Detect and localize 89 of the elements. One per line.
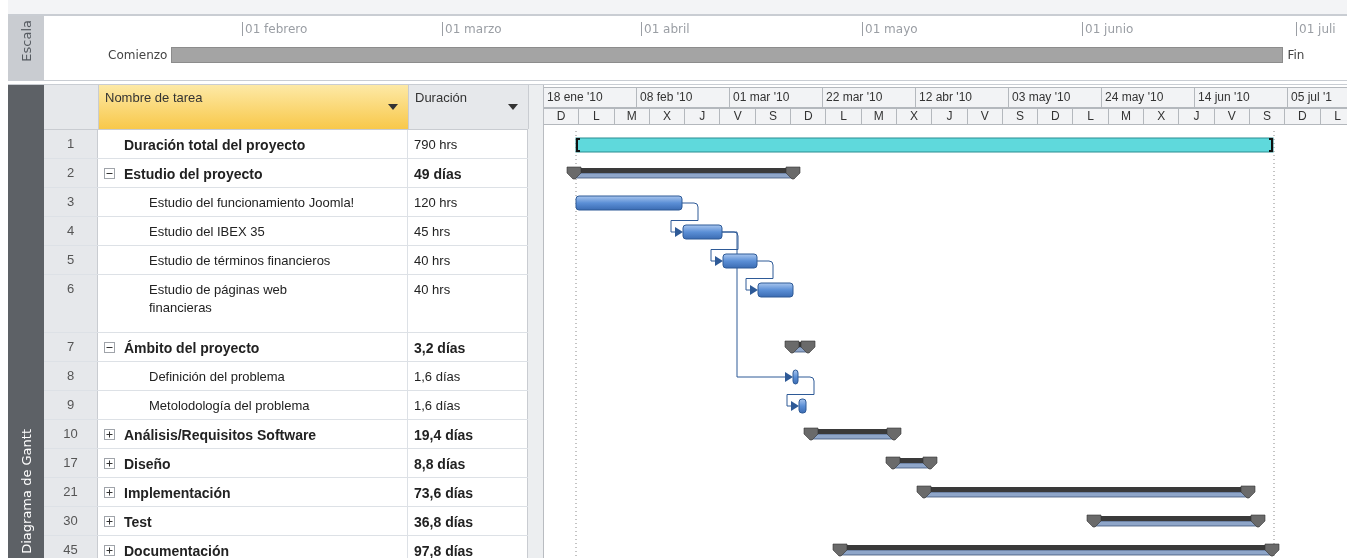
month-label: 01 juli — [1296, 22, 1336, 36]
task-name: Definición del problema — [149, 368, 285, 386]
timescale-label: 12 abr '10 — [916, 87, 1009, 108]
dependency-arrow — [670, 202, 699, 237]
timescale-label: J — [932, 108, 968, 125]
column-header[interactable]: Duración — [409, 85, 529, 129]
timescale-label: D — [1038, 108, 1074, 125]
task-bar — [757, 282, 794, 298]
end-label: Fin — [1287, 48, 1305, 62]
row-number: 4 — [44, 217, 98, 245]
scale-label: Escala — [18, 20, 34, 62]
row-number: 10 — [44, 420, 98, 448]
task-name: Duración total del proyecto — [124, 136, 306, 154]
task-name: Test — [124, 513, 152, 531]
timescale-label: 01 mar '10 — [730, 87, 823, 108]
task-name: Ámbito del proyecto — [124, 339, 260, 357]
timescale-label: 14 jun '10 — [1195, 87, 1288, 108]
timescale-label: 24 may '10 — [1102, 87, 1195, 108]
timescale-label: 03 may '10 — [1009, 87, 1102, 108]
expand-icon[interactable] — [104, 429, 115, 440]
timescale-label: M — [1108, 108, 1145, 125]
view-label: Diagrama de Gantt — [18, 429, 34, 554]
row-number: 8 — [44, 362, 98, 390]
month-label: 01 mayo — [862, 22, 918, 36]
task-bar — [682, 224, 723, 240]
timescale-label: 22 mar '10 — [823, 87, 916, 108]
row-number: 9 — [44, 391, 98, 419]
timescale-label: D — [1285, 108, 1321, 125]
row-number: 1 — [44, 130, 98, 158]
timescale-label: 05 jul '1 — [1288, 87, 1347, 108]
task-bar — [798, 398, 807, 414]
expand-icon[interactable] — [104, 487, 115, 498]
row-number: 3 — [44, 188, 98, 216]
timescale-label: X — [649, 108, 686, 125]
task-name: Estudio del IBEX 35 — [149, 223, 265, 241]
collapse-icon[interactable] — [104, 342, 115, 353]
timescale-label: V — [1214, 108, 1250, 125]
month-label: 01 marzo — [442, 22, 502, 36]
timescale-label: X — [896, 108, 933, 125]
task-name: Metolodología del problema — [149, 397, 310, 415]
row-number: 2 — [44, 159, 98, 187]
task-bar — [792, 369, 799, 385]
row-number: 7 — [44, 333, 98, 361]
row-number: 30 — [44, 507, 98, 535]
expand-icon[interactable] — [104, 458, 115, 469]
timescale-label: J — [685, 108, 721, 125]
row-number: 21 — [44, 478, 98, 506]
task-name: Estudio de páginas web financieras — [149, 281, 288, 317]
timescale-label: D — [544, 108, 580, 125]
month-label: 01 junio — [1082, 22, 1134, 36]
collapse-icon[interactable] — [104, 168, 115, 179]
task-name: Estudio de términos financieros — [149, 252, 331, 270]
task-name: Estudio del funcionamiento Joomla! — [149, 194, 355, 212]
month-label: 01 abril — [641, 22, 690, 36]
row-number: 45 — [44, 536, 98, 558]
summary-bar — [784, 340, 816, 354]
timescale-label: D — [791, 108, 827, 125]
month-label: 01 febrero — [242, 22, 308, 36]
timescale-label: M — [614, 108, 650, 125]
task-name: Estudio del proyecto — [124, 165, 263, 183]
task-name: Documentación — [124, 542, 229, 558]
row-number: 17 — [44, 449, 98, 477]
column-header[interactable]: Nombre de tarea — [99, 85, 409, 129]
timescale-label: L — [826, 108, 862, 125]
timescale-label: S — [1249, 108, 1286, 125]
timescale-label: M — [861, 108, 897, 125]
timescale-label: V — [967, 108, 1003, 125]
start-label: Comienzo — [108, 48, 168, 62]
timescale-label: S — [1002, 108, 1039, 125]
timescale-label: L — [1320, 108, 1347, 125]
summary-bar — [885, 456, 938, 470]
dropdown-icon[interactable] — [388, 104, 398, 110]
timescale-label: V — [720, 108, 756, 125]
task-name: Análisis/Requisitos Software — [124, 426, 317, 444]
expand-icon[interactable] — [104, 516, 115, 527]
timescale-label: 18 ene '10 — [544, 87, 637, 108]
row-number: 5 — [44, 246, 98, 274]
timescale-label: L — [579, 108, 615, 125]
task-name: Diseño — [124, 455, 171, 473]
task-name: Implementación — [124, 484, 231, 502]
timescale-label: X — [1144, 108, 1180, 125]
timescale-label: S — [755, 108, 792, 125]
timescale-label: 08 feb '10 — [637, 87, 730, 108]
timescale-label: J — [1179, 108, 1215, 125]
row-number: 6 — [44, 275, 98, 332]
dropdown-icon[interactable] — [508, 104, 518, 110]
expand-icon[interactable] — [104, 545, 115, 556]
task-bar — [722, 253, 758, 269]
timescale-label: L — [1073, 108, 1109, 125]
